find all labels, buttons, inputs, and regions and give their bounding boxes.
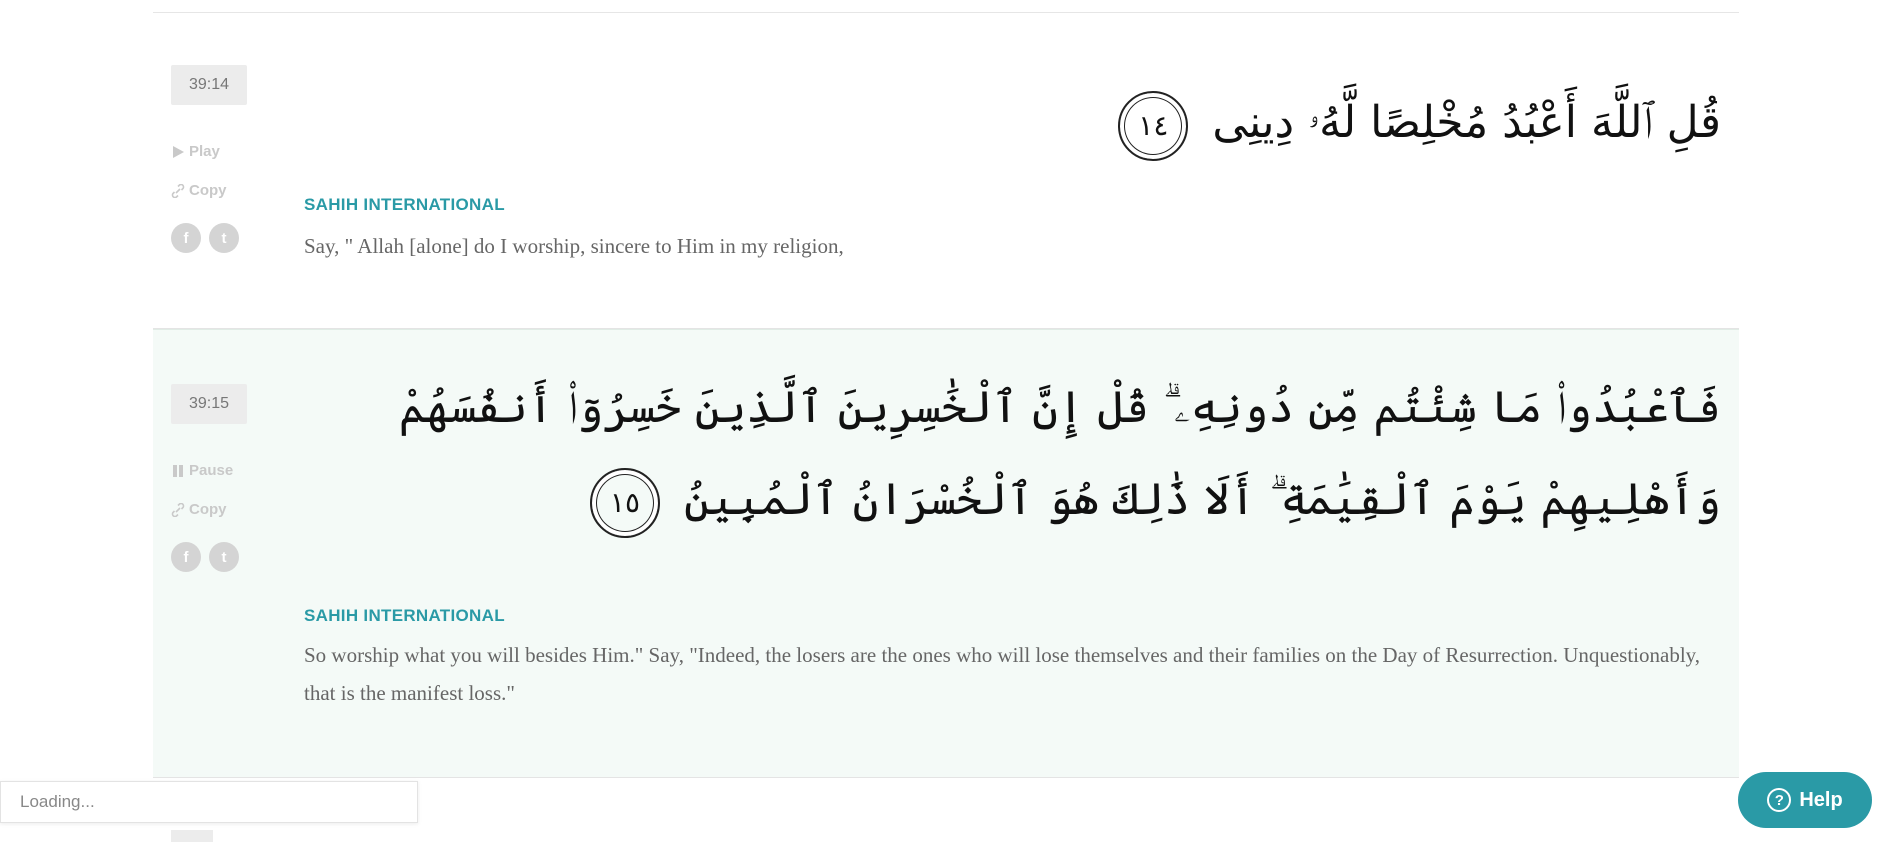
twitter-icon: t xyxy=(221,229,227,247)
help-label: Help xyxy=(1799,788,1843,811)
copy-button[interactable]: Copy xyxy=(171,182,251,199)
facebook-icon: f xyxy=(183,548,189,566)
help-button[interactable]: ? Help xyxy=(1738,772,1872,828)
verse-controls: 39:14 Play Copy f t xyxy=(171,65,251,253)
loading-indicator: Loading... xyxy=(0,781,418,823)
verse-controls: 39:15 Pause Copy f t xyxy=(171,384,251,572)
verse-39-14: 39:14 Play Copy f t قُلِ ٱللَّهَ أَعْبُد… xyxy=(153,13,1739,329)
pause-label: Pause xyxy=(189,462,234,479)
link-icon xyxy=(171,183,185,198)
play-label: Play xyxy=(189,143,220,160)
twitter-share-button[interactable]: t xyxy=(209,542,239,572)
ayah-number-marker: ١٤ xyxy=(1118,90,1189,161)
translation-source: SAHIH INTERNATIONAL xyxy=(304,606,505,625)
play-icon xyxy=(173,145,184,158)
translation-source: SAHIH INTERNATIONAL xyxy=(304,195,505,214)
ayah-number-marker: ١٥ xyxy=(589,467,660,538)
verse-key-badge[interactable]: 39:15 xyxy=(171,384,247,424)
copy-button[interactable]: Copy xyxy=(171,501,251,518)
copy-label: Copy xyxy=(189,501,227,518)
next-verse-badge xyxy=(171,830,213,842)
twitter-icon: t xyxy=(221,548,227,566)
translation-text: So worship what you will besides Him." S… xyxy=(304,643,1701,705)
facebook-icon: f xyxy=(183,229,189,247)
verse-arabic-text: فَٱعْبُدُوا۟ مَا شِئْتُم مِّن دُونِهِۦ ۗ… xyxy=(321,362,1721,546)
translation-text: Say, " Allah [alone] do I worship, since… xyxy=(304,234,844,258)
arabic-text: قُلِ ٱللَّهَ أَعْبُدُ مُخْلِصًا لَّهُۥ د… xyxy=(1212,97,1721,148)
facebook-share-button[interactable]: f xyxy=(171,223,201,253)
link-icon xyxy=(171,502,185,517)
twitter-share-button[interactable]: t xyxy=(209,223,239,253)
question-icon: ? xyxy=(1767,788,1792,812)
share-links: f t xyxy=(171,542,251,572)
verse-key-badge[interactable]: 39:14 xyxy=(171,65,247,105)
verse-arabic-text: قُلِ ٱللَّهَ أَعْبُدُ مُخْلِصًا لَّهُۥ د… xyxy=(821,77,1721,169)
pause-button[interactable]: Pause xyxy=(171,462,251,479)
play-button[interactable]: Play xyxy=(171,143,251,160)
facebook-share-button[interactable]: f xyxy=(171,542,201,572)
share-links: f t xyxy=(171,223,251,253)
copy-label: Copy xyxy=(189,182,227,199)
verse-39-15: 39:15 Pause Copy f t فَٱعْبُدُوا۟ مَا شِ… xyxy=(153,329,1739,778)
pause-icon xyxy=(173,464,183,477)
